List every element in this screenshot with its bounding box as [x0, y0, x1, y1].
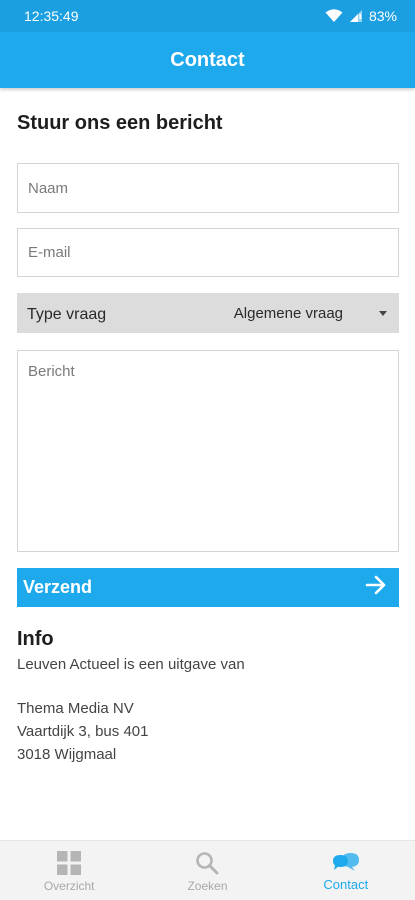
message-field-container [17, 350, 399, 552]
battery-percentage: 83% [368, 8, 397, 24]
info-company: Thema Media NV [17, 700, 134, 717]
nav-item-contact[interactable]: Contact [277, 841, 415, 900]
info-title: Info [17, 628, 54, 650]
name-field-container [17, 163, 399, 213]
email-input[interactable] [28, 244, 388, 261]
name-input[interactable] [28, 179, 388, 197]
grid-icon [57, 851, 82, 875]
wifi-icon [325, 9, 343, 23]
page-title: Contact [170, 48, 245, 71]
nav-item-zoeken[interactable]: Zoeken [138, 841, 276, 900]
info-city: 3018 Wijgmaal [17, 746, 117, 763]
form-title: Stuur ons een bericht [17, 112, 223, 134]
send-button[interactable]: Verzend [17, 568, 399, 607]
nav-label-overzicht: Overzicht [43, 879, 95, 893]
question-type-value: Algemene vraag [233, 304, 343, 322]
nav-label-zoeken: Zoeken [187, 879, 228, 893]
info-street: Vaartdijk 3, bus 401 [17, 723, 149, 740]
caret-down-icon [379, 310, 387, 316]
cell-signal-icon [349, 9, 363, 23]
nav-label-contact: Contact [323, 877, 369, 892]
status-time: 12:35:49 [24, 8, 79, 24]
question-type-select[interactable]: Type vraag Algemene vraag [17, 293, 399, 333]
search-icon [195, 851, 219, 875]
question-type-label: Type vraag [27, 305, 107, 323]
send-button-label: Verzend [23, 577, 93, 597]
bottom-nav: Overzicht Zoeken Contact [0, 840, 415, 900]
status-icons: 83% [325, 8, 397, 24]
app-bar: Contact [0, 32, 415, 88]
nav-item-overzicht[interactable]: Overzicht [0, 841, 138, 900]
message-input[interactable] [28, 363, 388, 543]
info-intro: Leuven Actueel is een uitgave van [17, 656, 245, 673]
status-bar: 12:35:49 83% [0, 0, 415, 32]
arrow-right-icon [365, 575, 387, 600]
chat-bubbles-icon [332, 851, 359, 873]
email-field-container [17, 228, 399, 277]
contact-content: Stuur ons een bericht Type vraag Algemen… [0, 88, 415, 838]
